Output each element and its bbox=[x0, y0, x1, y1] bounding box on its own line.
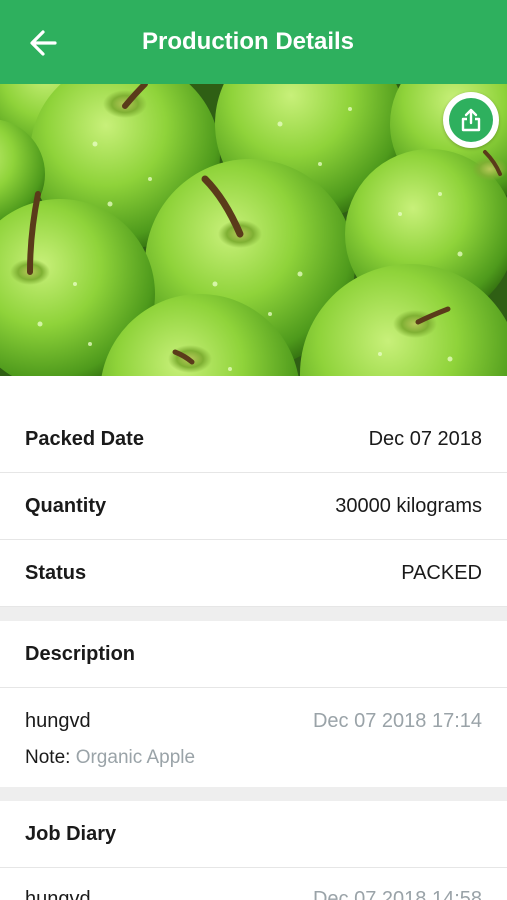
description-user: hungvd bbox=[25, 710, 91, 732]
description-heading: Description bbox=[0, 621, 507, 688]
status-row: Status PACKED bbox=[0, 540, 507, 607]
app-bar: Production Details bbox=[0, 0, 507, 84]
status-value: PACKED bbox=[401, 561, 482, 584]
job-diary-timestamp: Dec 07 2018 14:58 bbox=[312, 888, 482, 900]
product-image bbox=[0, 84, 507, 376]
description-timestamp: Dec 07 2018 17:14 bbox=[312, 710, 482, 732]
share-button[interactable] bbox=[443, 92, 499, 148]
section-divider bbox=[0, 787, 507, 801]
note-label: Note: bbox=[25, 747, 71, 768]
details-content: Packed Date Dec 07 2018 Quantity 30000 k… bbox=[0, 376, 507, 900]
green-apples-image bbox=[0, 84, 507, 376]
packed-date-row: Packed Date Dec 07 2018 bbox=[0, 406, 507, 473]
quantity-value: 30000 kilograms bbox=[335, 494, 482, 517]
description-note: Note: Organic Apple bbox=[25, 747, 482, 769]
job-diary-user: hungvd bbox=[25, 888, 91, 900]
share-icon bbox=[461, 108, 481, 132]
packed-date-value: Dec 07 2018 bbox=[368, 427, 482, 450]
description-entry: hungvd Dec 07 2018 17:14 Note: Organic A… bbox=[0, 688, 507, 787]
status-label: Status bbox=[25, 561, 87, 584]
quantity-row: Quantity 30000 kilograms bbox=[0, 473, 507, 540]
note-value: Organic Apple bbox=[75, 747, 196, 768]
packed-date-label: Packed Date bbox=[25, 427, 144, 450]
job-diary-heading: Job Diary bbox=[0, 801, 507, 868]
job-diary-entry: hungvd Dec 07 2018 14:58 bbox=[0, 868, 507, 900]
section-divider bbox=[0, 607, 507, 621]
quantity-label: Quantity bbox=[25, 494, 107, 517]
page-title: Production Details bbox=[142, 28, 355, 55]
